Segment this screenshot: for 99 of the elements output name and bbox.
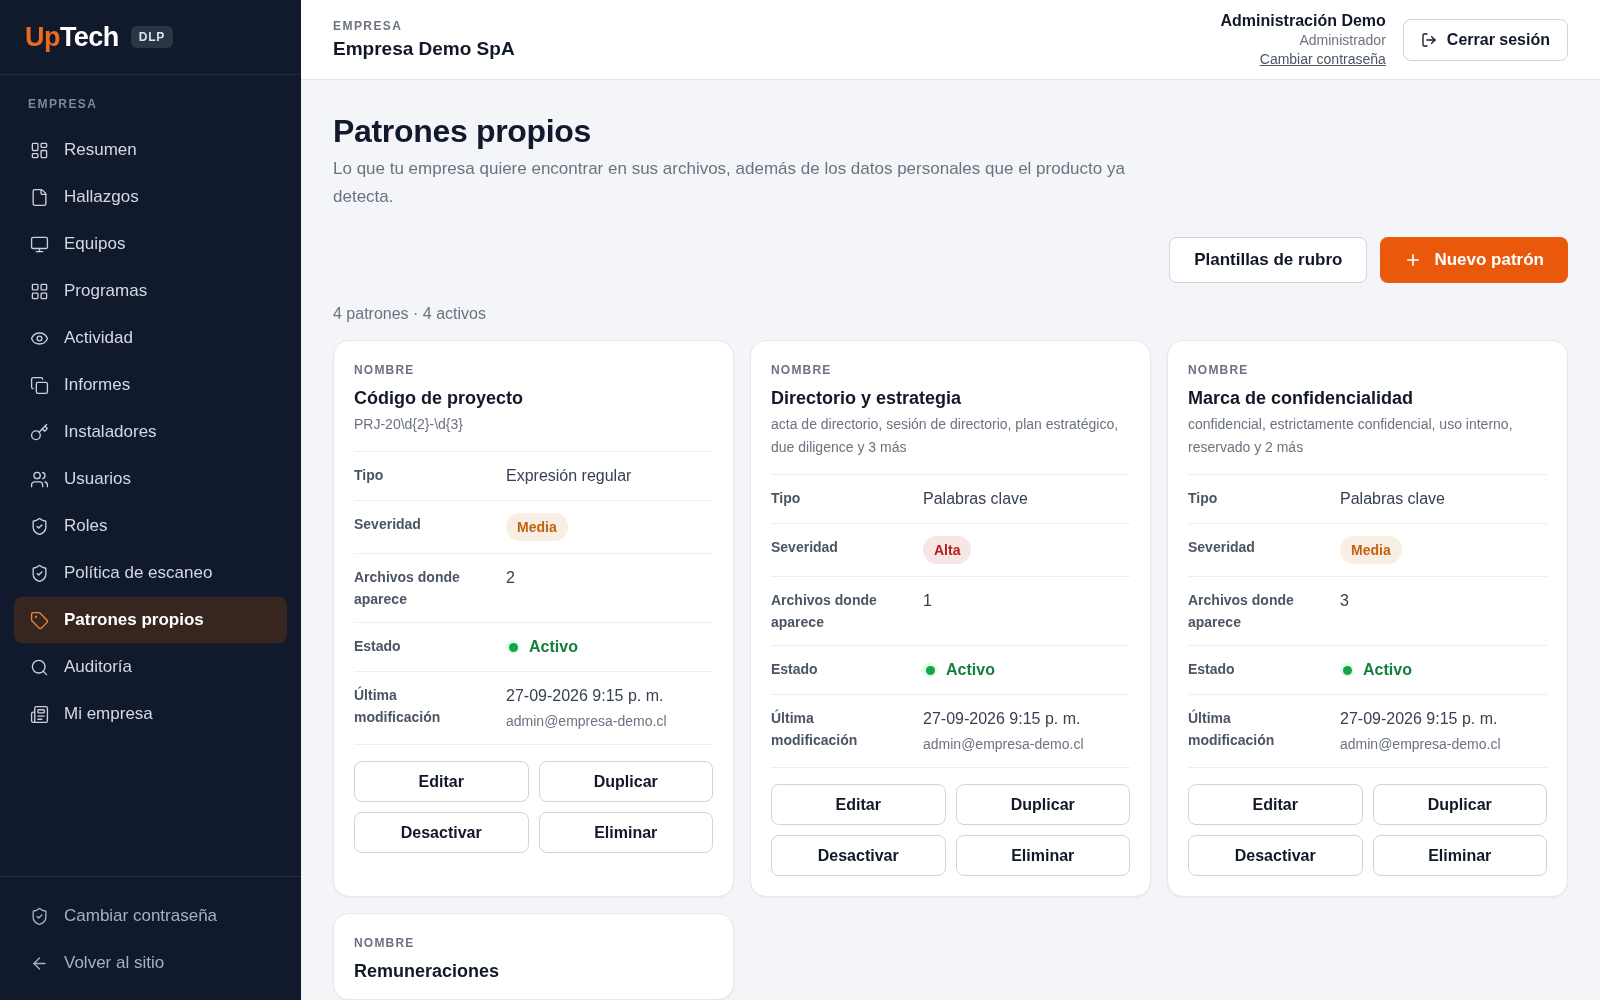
severity-badge: Alta — [923, 536, 972, 564]
user-name: Administración Demo — [1220, 10, 1386, 31]
card-action-button[interactable]: Desactivar — [771, 835, 946, 876]
shield-check-icon — [30, 563, 49, 583]
new-pattern-button[interactable]: Nuevo patrón — [1380, 237, 1568, 283]
pattern-keywords: confidencial, estrictamente confidencial, uso interno, reservado y 2 más — [1188, 415, 1514, 457]
field-label: Archivos donde aparece — [354, 568, 461, 609]
name-label: NOMBRE — [354, 362, 416, 378]
sidebar-footer-link[interactable]: Volver al sitio — [14, 940, 287, 986]
field-value: 2 — [506, 568, 516, 588]
sidebar-item[interactable]: Hallazgos — [14, 174, 287, 220]
field-label: Severidad — [354, 515, 422, 534]
field-label: Estado — [354, 637, 402, 656]
dashboard-icon — [30, 140, 49, 160]
card-action-button[interactable]: Eliminar — [1372, 835, 1547, 876]
sidebar-item[interactable]: Informes — [14, 362, 287, 408]
status-text: Activo — [529, 637, 578, 657]
severity-badge: Media — [506, 513, 568, 541]
sidebar-item[interactable]: Usuarios — [14, 456, 287, 502]
field-label: Tipo — [1188, 489, 1219, 508]
field-value: Palabras clave — [923, 489, 1029, 509]
templates-button[interactable]: Plantillas de rubro — [1169, 237, 1368, 283]
pattern-name: Remuneraciones — [354, 960, 501, 983]
field-label: Tipo — [771, 489, 802, 508]
name-label: NOMBRE — [1188, 362, 1250, 378]
section-label: EMPRESA — [27, 96, 99, 113]
sidebar-item[interactable]: Equipos — [14, 221, 287, 267]
card-action-button[interactable]: Eliminar — [538, 812, 713, 853]
card-action-button[interactable]: Desactivar — [1188, 835, 1363, 876]
card-action-button[interactable]: Editar — [1188, 784, 1363, 825]
pattern-count: 4 patrones · 4 activos — [333, 304, 487, 324]
shield-check-icon — [30, 906, 49, 926]
card-action-button[interactable]: Duplicar — [1372, 784, 1547, 825]
modified-date: 27-09-2026 9:15 p. m. — [506, 686, 665, 706]
sidebar-footer-link[interactable]: Cambiar contraseña — [14, 893, 287, 939]
field-label: Última modificación — [354, 685, 442, 727]
sidebar-item[interactable]: Programas — [14, 268, 287, 314]
company-name: Empresa Demo SpA — [333, 37, 515, 61]
shield-check-icon — [30, 516, 49, 536]
copy-icon — [30, 375, 49, 395]
tag-icon — [30, 610, 49, 630]
field-label: Severidad — [1188, 538, 1256, 557]
change-password-link[interactable]: Cambiar contraseña — [1259, 49, 1386, 69]
logo-wordmark: UpTech — [25, 23, 119, 51]
sidebar-item[interactable]: Resumen — [14, 127, 287, 173]
modified-by: admin@empresa-demo.cl — [923, 735, 1085, 754]
field-label: Estado — [1188, 660, 1236, 679]
modified-by: admin@empresa-demo.cl — [506, 712, 668, 731]
severity-badge: Media — [1340, 536, 1402, 564]
modified-date: 27-09-2026 9:15 p. m. — [1340, 709, 1499, 729]
page-title: Patrones propios — [333, 112, 593, 151]
card-action-button[interactable]: Eliminar — [955, 835, 1130, 876]
modified-by: admin@empresa-demo.cl — [1340, 735, 1502, 754]
sidebar-item[interactable]: Política de escaneo — [14, 550, 287, 596]
grid-icon — [30, 281, 49, 301]
field-value: 1 — [923, 591, 933, 611]
page-description: Lo que tu empresa quiere encontrar en sus archivos, además de los datos personales que el producto ya detecta. — [333, 158, 1126, 208]
pattern-name: Código de proyecto — [354, 387, 524, 410]
pattern-name: Directorio y estrategia — [771, 387, 963, 410]
product-badge: DLP — [130, 26, 173, 48]
card-action-button[interactable]: Editar — [771, 784, 946, 825]
field-label: Archivos donde aparece — [771, 591, 878, 632]
sidebar-item[interactable]: Roles — [14, 503, 287, 549]
card-action-button[interactable]: Desactivar — [354, 812, 529, 853]
key-icon — [30, 422, 49, 442]
card-action-button[interactable]: Duplicar — [538, 761, 713, 802]
pattern-keywords: acta de directorio, sesión de directorio, plan estratégico, due diligence y 3 más — [771, 415, 1120, 457]
logout-button[interactable]: Cerrar sesión — [1402, 18, 1568, 61]
modified-date: 27-09-2026 9:15 p. m. — [923, 709, 1082, 729]
status-text: Activo — [946, 660, 995, 680]
card-action-button[interactable]: Duplicar — [955, 784, 1130, 825]
field-label: Tipo — [354, 466, 385, 485]
field-label: Severidad — [771, 538, 839, 557]
pattern-keywords: PRJ-20\d{2}-\d{3} — [354, 415, 464, 434]
name-label: NOMBRE — [354, 935, 416, 951]
card-action-button[interactable]: Editar — [354, 761, 529, 802]
logout-icon — [1420, 31, 1437, 48]
pattern-name: Marca de confidencialidad — [1188, 387, 1415, 410]
field-label: Estado — [771, 660, 819, 679]
monitor-icon — [30, 234, 49, 254]
field-label: Archivos donde aparece — [1188, 591, 1295, 632]
field-value: 3 — [1340, 591, 1350, 611]
company-eyebrow: EMPRESA — [333, 18, 404, 34]
name-label: NOMBRE — [771, 362, 833, 378]
field-value: Expresión regular — [506, 466, 633, 486]
field-value: Palabras clave — [1340, 489, 1446, 509]
user-role: Administrador — [1299, 30, 1386, 50]
newspaper-icon — [30, 704, 49, 724]
status-text: Activo — [1363, 660, 1412, 680]
file-icon — [30, 187, 49, 207]
sidebar-item[interactable]: Patrones propios — [14, 597, 287, 643]
users-icon — [30, 469, 49, 489]
field-label: Última modificación — [771, 708, 859, 750]
sidebar-item[interactable]: Actividad — [14, 315, 287, 361]
search-icon — [30, 657, 49, 677]
field-label: Última modificación — [1188, 708, 1276, 750]
sidebar-item[interactable]: Mi empresa — [14, 691, 287, 737]
sidebar-item[interactable]: Auditoría — [14, 644, 287, 690]
sidebar-item[interactable]: Instaladores — [14, 409, 287, 455]
